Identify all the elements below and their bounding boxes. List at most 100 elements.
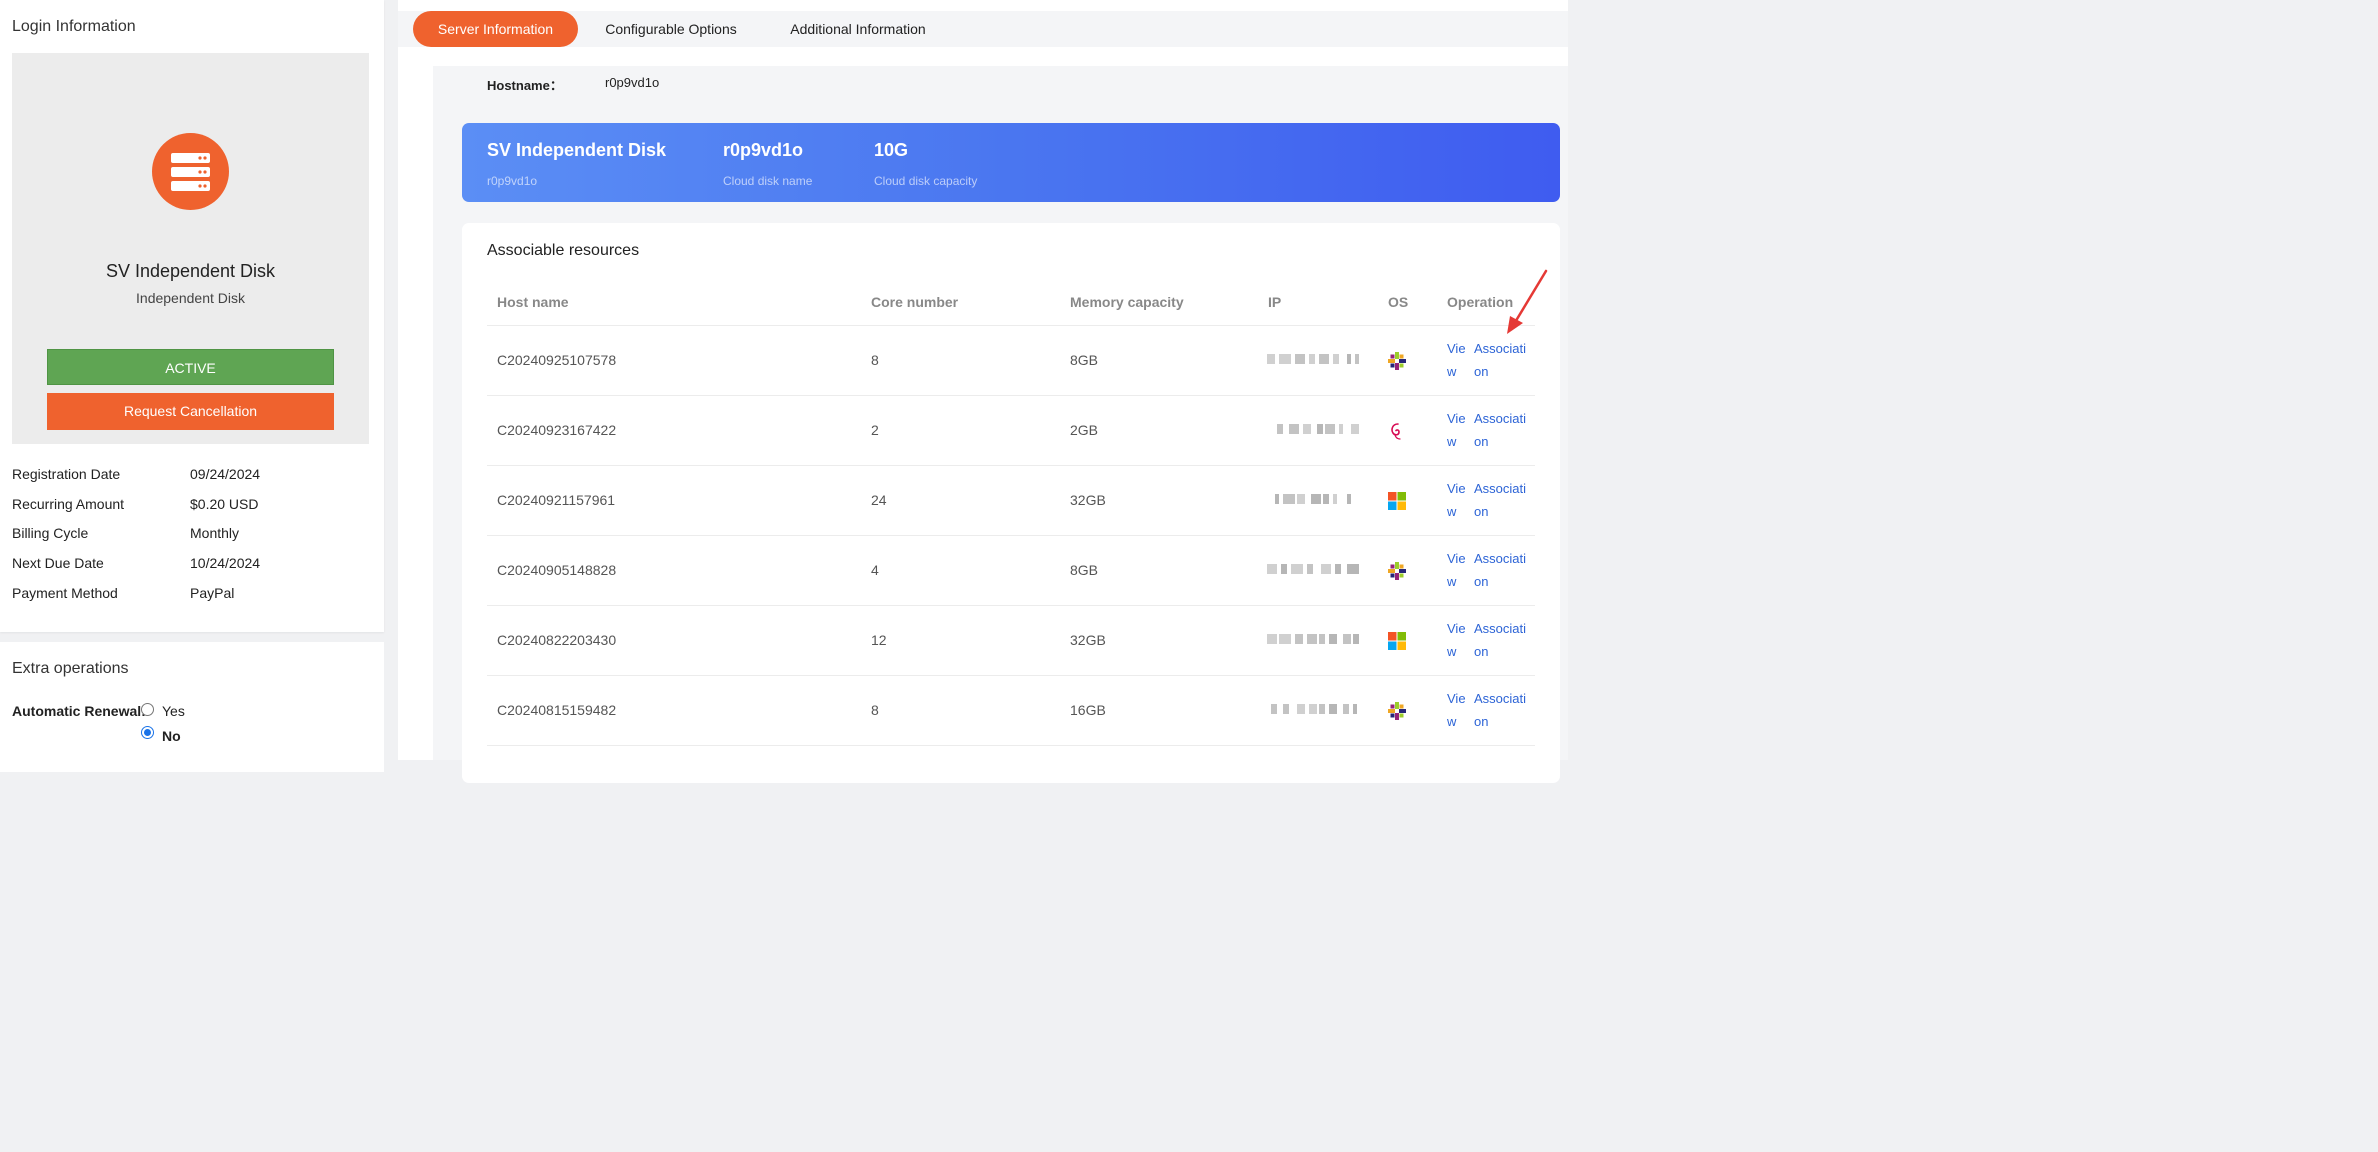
tab-additional-information[interactable]: Additional Information [774, 11, 942, 47]
view-link-label-wrap[interactable]: w [1447, 714, 1456, 729]
windows-icon [1387, 491, 1407, 511]
detail-value: $0.20 USD [190, 496, 259, 512]
view-link-label[interactable]: Vie [1447, 551, 1466, 566]
view-link-label-wrap[interactable]: w [1447, 364, 1456, 379]
association-link-label-wrap[interactable]: on [1474, 644, 1488, 659]
view-link[interactable]: Vie w [1447, 547, 1466, 593]
view-link-label-wrap[interactable]: w [1447, 644, 1456, 659]
registration-date-row: Registration Date 09/24/2024 [12, 466, 372, 486]
server-details-card: Server Information Configurable Options … [398, 0, 1568, 783]
core-number-cell: 8 [871, 702, 879, 718]
ip-cell-redacted [1267, 564, 1359, 576]
host-name-cell: C20240923167422 [497, 422, 617, 438]
memory-capacity-cell: 2GB [1070, 422, 1099, 438]
table-row: C20240923167422 2 2GB Vie w Associati on [487, 396, 1535, 466]
association-link-label-wrap[interactable]: on [1474, 574, 1488, 589]
core-number-cell: 2 [871, 422, 879, 438]
association-link-label[interactable]: Associati [1474, 411, 1526, 426]
association-link[interactable]: Associati on [1474, 687, 1526, 733]
association-link-label-wrap[interactable]: on [1474, 504, 1488, 519]
column-header-host-name: Host name [497, 294, 569, 310]
association-link[interactable]: Associati on [1474, 407, 1526, 453]
core-number-cell: 8 [871, 352, 879, 368]
column-header-ip: IP [1268, 294, 1282, 310]
host-name-cell: C20240921157961 [497, 492, 616, 508]
detail-value: 09/24/2024 [190, 466, 261, 482]
detail-value: PayPal [190, 585, 235, 601]
table-row: C20240815159482 8 16GB Vie w Associati on [487, 676, 1535, 746]
association-link[interactable]: Associati on [1474, 477, 1526, 523]
product-name: SV Independent Disk [105, 261, 276, 281]
column-header-os: OS [1388, 294, 1409, 310]
tab-configurable-options[interactable]: Configurable Options [590, 11, 752, 47]
detail-label: Registration Date [12, 466, 121, 482]
view-link-label-wrap[interactable]: w [1447, 434, 1456, 449]
association-link-label-wrap[interactable]: on [1474, 714, 1488, 729]
column-header-core-number: Core number [871, 294, 959, 310]
association-link-label[interactable]: Associati [1474, 551, 1526, 566]
host-name-cell: C20240815159482 [497, 702, 617, 718]
table-row: C20240921157961 24 32GB Vie w Associati on [487, 466, 1535, 536]
billing-cycle-row: Billing Cycle Monthly [12, 525, 372, 545]
automatic-renewal-label: Automatic Renewal: [12, 703, 146, 719]
tab-server-information[interactable]: Server Information [413, 11, 578, 47]
view-link[interactable]: Vie w [1447, 407, 1466, 453]
association-link-label[interactable]: Associati [1474, 621, 1526, 636]
login-information-card: Login Information SV Independent Disk In… [0, 0, 384, 632]
host-name-cell: C20240905148828 [497, 562, 617, 578]
view-link[interactable]: Vie w [1447, 687, 1466, 733]
centos-icon [1387, 351, 1407, 371]
ip-cell-redacted [1267, 424, 1359, 436]
ip-cell-redacted [1267, 634, 1359, 646]
view-link-label-wrap[interactable]: w [1447, 574, 1456, 589]
disk-summary-banner: SV Independent Disk r0p9vd1o r0p9vd1o Cl… [462, 123, 1560, 202]
renewal-yes-label: Yes [162, 703, 185, 719]
view-link[interactable]: Vie w [1447, 337, 1466, 383]
view-link[interactable]: Vie w [1447, 477, 1466, 523]
detail-value: 10/24/2024 [190, 555, 261, 571]
view-link-label[interactable]: Vie [1447, 621, 1466, 636]
memory-capacity-cell: 16GB [1070, 702, 1106, 718]
view-link-label[interactable]: Vie [1447, 411, 1466, 426]
view-link[interactable]: Vie w [1447, 617, 1466, 663]
hostname-value: r0p9vd1o [605, 75, 660, 90]
renewal-no-label: No [162, 728, 181, 744]
ip-cell-redacted [1267, 494, 1359, 506]
detail-label: Payment Method [12, 585, 118, 601]
association-link-label[interactable]: Associati [1474, 691, 1526, 706]
association-link-label[interactable]: Associati [1474, 481, 1526, 496]
login-information-title: Login Information [12, 18, 136, 35]
association-link-label-wrap[interactable]: on [1474, 434, 1488, 449]
view-link-label-wrap[interactable]: w [1447, 504, 1456, 519]
banner-disk-name: r0p9vd1o [723, 140, 804, 160]
association-link[interactable]: Associati on [1474, 337, 1526, 383]
centos-icon [1387, 561, 1407, 581]
hostname-label: Hostname： [487, 78, 563, 93]
association-link-label[interactable]: Associati [1474, 341, 1526, 356]
tab-bar: Server Information Configurable Options … [398, 11, 1568, 47]
core-number-cell: 4 [871, 562, 879, 578]
view-link-label[interactable]: Vie [1447, 341, 1466, 356]
request-cancellation-button[interactable]: Request Cancellation [47, 393, 334, 430]
renewal-no-radio[interactable] [141, 726, 154, 739]
association-link[interactable]: Associati on [1474, 617, 1526, 663]
association-link[interactable]: Associati on [1474, 547, 1526, 593]
view-link-label[interactable]: Vie [1447, 691, 1466, 706]
association-link-label-wrap[interactable]: on [1474, 364, 1488, 379]
renewal-yes-radio[interactable] [141, 703, 154, 716]
memory-capacity-cell: 32GB [1070, 492, 1106, 508]
server-information-panel: Hostname： r0p9vd1o SV Independent Disk r… [433, 66, 1568, 783]
product-panel: SV Independent Disk Independent Disk ACT… [12, 53, 369, 444]
centos-icon [1387, 701, 1407, 721]
extra-operations-title: Extra operations [12, 660, 129, 677]
host-name-cell: C20240925107578 [497, 352, 617, 368]
associable-resources-title: Associable resources [487, 242, 640, 259]
table-row: C20240905148828 4 8GB Vie w Associati on [487, 536, 1535, 606]
view-link-label[interactable]: Vie [1447, 481, 1466, 496]
product-type: Independent Disk [136, 290, 245, 306]
core-number-cell: 24 [871, 492, 887, 508]
server-icon [152, 133, 229, 210]
banner-product-name: SV Independent Disk [487, 140, 667, 160]
extra-operations-card: Extra operations Automatic Renewal: Yes … [0, 642, 384, 772]
memory-capacity-cell: 32GB [1070, 632, 1106, 648]
